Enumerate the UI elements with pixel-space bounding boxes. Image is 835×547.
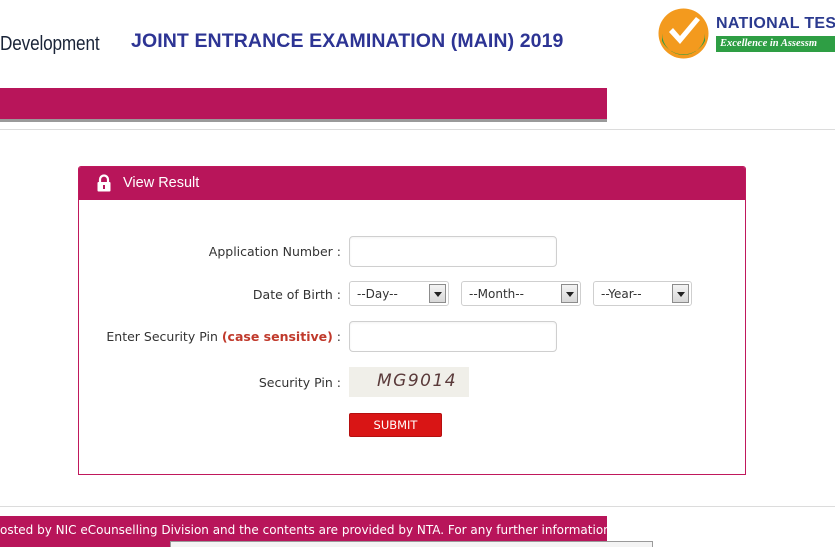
- divider: [0, 129, 835, 130]
- logo-tagline: Excellence in Assessm: [716, 36, 835, 52]
- year-select[interactable]: --Year--: [593, 281, 692, 306]
- chevron-down-icon[interactable]: [672, 284, 689, 303]
- chevron-down-icon[interactable]: [429, 284, 446, 303]
- horizontal-scrollbar[interactable]: [170, 541, 653, 547]
- application-number-label: Application Number :: [208, 244, 341, 259]
- lock-icon: [97, 174, 111, 192]
- check-mark-icon: [658, 8, 709, 59]
- footer-text: osted by NIC eCounselling Division and t…: [0, 523, 615, 537]
- view-result-panel: View Result Application Number : Date of…: [78, 166, 746, 475]
- label-colon: :: [332, 329, 341, 344]
- application-number-input[interactable]: [349, 236, 557, 267]
- logo-name: NATIONAL TES: [716, 15, 835, 32]
- header-left-text: Development: [0, 33, 100, 55]
- page: Development JOINT ENTRANCE EXAMINATION (…: [0, 0, 835, 547]
- month-select[interactable]: --Month--: [461, 281, 581, 306]
- nta-logo: NATIONAL TES Excellence in Assessm: [658, 8, 835, 62]
- month-select-value: --Month--: [469, 287, 524, 301]
- submit-button[interactable]: SUBMIT: [349, 413, 442, 437]
- divider: [0, 506, 835, 507]
- captcha-label: Security Pin :: [258, 375, 341, 390]
- captcha-text: MG9014: [377, 371, 458, 391]
- case-sensitive-note: (case sensitive): [221, 329, 333, 344]
- chevron-down-icon[interactable]: [561, 284, 578, 303]
- security-pin-label-text: Enter Security Pin: [106, 329, 222, 344]
- captcha-image: MG9014: [349, 367, 469, 397]
- panel-title: View Result: [123, 175, 200, 191]
- header-band: [0, 88, 607, 122]
- panel-header: View Result: [79, 167, 745, 200]
- year-select-value: --Year--: [601, 287, 642, 301]
- date-of-birth-label: Date of Birth :: [252, 287, 341, 302]
- day-select[interactable]: --Day--: [349, 281, 449, 306]
- day-select-value: --Day--: [357, 287, 398, 301]
- security-pin-input-label: Enter Security Pin (case sensitive) :: [106, 329, 341, 344]
- security-pin-input[interactable]: [349, 321, 557, 352]
- page-title: JOINT ENTRANCE EXAMINATION (MAIN) 2019: [131, 30, 564, 52]
